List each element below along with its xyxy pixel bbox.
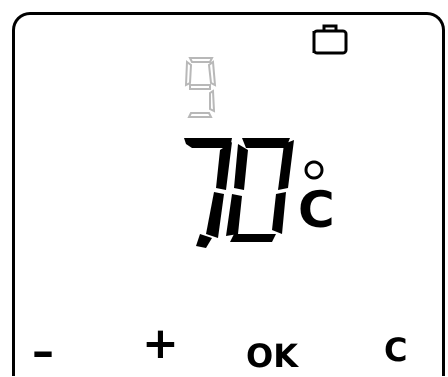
suitcase-icon [312, 24, 348, 55]
temperature-digits [184, 138, 294, 248]
clear-button[interactable]: C [384, 334, 407, 366]
ok-button[interactable]: OK [246, 340, 298, 372]
degree-symbol [304, 160, 324, 180]
increase-button[interactable]: + [142, 322, 179, 366]
program-digit [184, 57, 217, 118]
temperature-unit: C [298, 181, 335, 239]
decrease-button[interactable]: – [32, 330, 54, 374]
